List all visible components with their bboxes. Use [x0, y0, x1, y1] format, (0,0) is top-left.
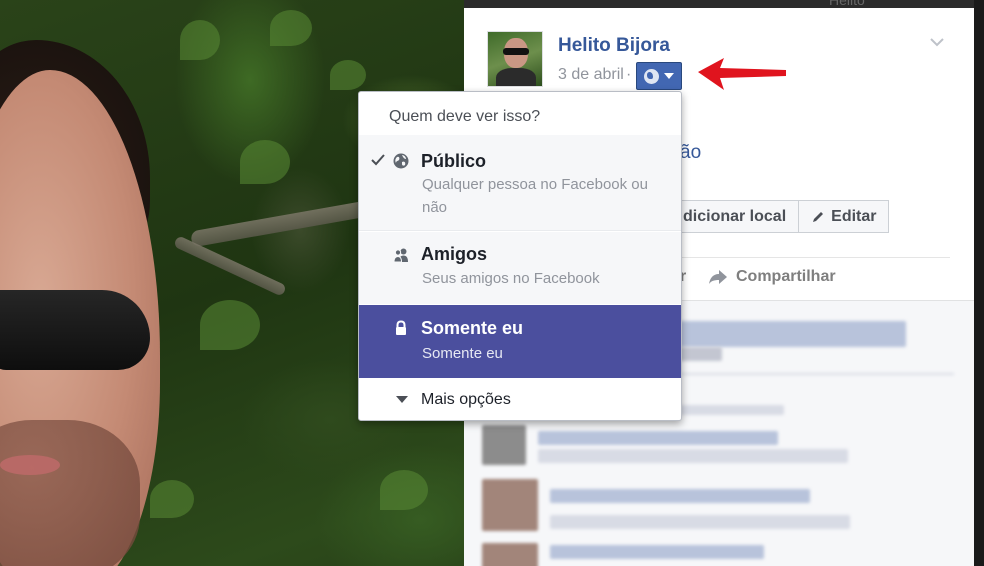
blurred-content — [538, 449, 848, 463]
foliage — [200, 300, 260, 350]
foliage — [150, 480, 194, 518]
checkmark-icon — [371, 154, 385, 166]
blurred-avatar — [482, 479, 538, 531]
blurred-content — [550, 515, 850, 529]
sunglasses — [0, 290, 150, 370]
share-arrow-icon — [709, 270, 727, 284]
post-link-text[interactable]: ão — [680, 142, 701, 164]
branch — [190, 198, 380, 248]
annotation-arrow-icon — [698, 58, 786, 90]
date-separator: · — [626, 66, 632, 83]
add-location-label: dicionar local — [683, 207, 787, 225]
pencil-icon — [813, 211, 824, 222]
option-label: Somente eu — [421, 318, 524, 338]
blurred-avatar — [482, 543, 538, 566]
more-options-label: Mais opções — [421, 391, 511, 408]
share-label: Compartilhar — [736, 268, 836, 285]
blurred-content — [550, 545, 764, 559]
post-action-buttons: dicionar local Editar — [680, 200, 890, 233]
post-date[interactable]: 3 de abril — [558, 66, 624, 84]
menu-title: Quem deve ver isso? — [389, 108, 541, 125]
right-edge — [974, 0, 984, 566]
avatar-sunglasses — [503, 48, 529, 55]
privacy-option-only-me[interactable]: Somente eu Somente eu — [359, 305, 681, 378]
option-description: Seus amigos no Facebook — [422, 270, 600, 287]
privacy-option-public[interactable]: Público Qualquer pessoa no Facebook ou n… — [359, 135, 681, 231]
option-label: Amigos — [421, 244, 488, 264]
friends-icon — [393, 248, 408, 263]
edit-button[interactable]: Editar — [798, 200, 890, 233]
blurred-content — [550, 489, 810, 503]
option-description: Somente eu — [422, 345, 503, 362]
topbar-profile-link[interactable]: Helito — [829, 0, 865, 8]
foliage — [330, 60, 366, 90]
foliage — [380, 470, 428, 510]
option-description: Qualquer pessoa no Facebook ou não — [422, 176, 648, 216]
foliage — [180, 20, 220, 60]
blurred-content — [676, 347, 722, 361]
blurred-avatar — [482, 425, 526, 465]
blurred-content — [538, 431, 778, 445]
lips — [0, 455, 60, 475]
lock-icon — [396, 320, 406, 335]
option-label: Público — [421, 151, 487, 171]
foliage — [240, 140, 290, 184]
author-name[interactable]: Helito Bijora — [558, 35, 670, 57]
privacy-option-friends[interactable]: Amigos Seus amigos no Facebook — [359, 232, 681, 304]
chevron-down-icon[interactable] — [930, 35, 944, 49]
more-options-item[interactable]: Mais opções — [359, 379, 681, 420]
branch — [173, 235, 287, 297]
add-location-button[interactable]: dicionar local — [680, 200, 799, 233]
globe-icon — [393, 153, 409, 169]
globe-icon — [644, 68, 659, 84]
avatar[interactable] — [487, 31, 543, 87]
caret-down-icon — [396, 396, 408, 403]
share-button[interactable]: Compartilhar — [708, 268, 836, 286]
edit-label: Editar — [831, 207, 877, 225]
privacy-selector-button[interactable] — [636, 62, 682, 90]
avatar-body — [496, 68, 536, 86]
privacy-menu: Quem deve ver isso? Público Qualquer pes… — [358, 91, 682, 421]
top-bar: Helito — [464, 0, 984, 8]
caret-down-icon — [664, 73, 674, 79]
beard — [0, 420, 140, 566]
blurred-content — [676, 321, 906, 347]
foliage — [270, 10, 312, 46]
